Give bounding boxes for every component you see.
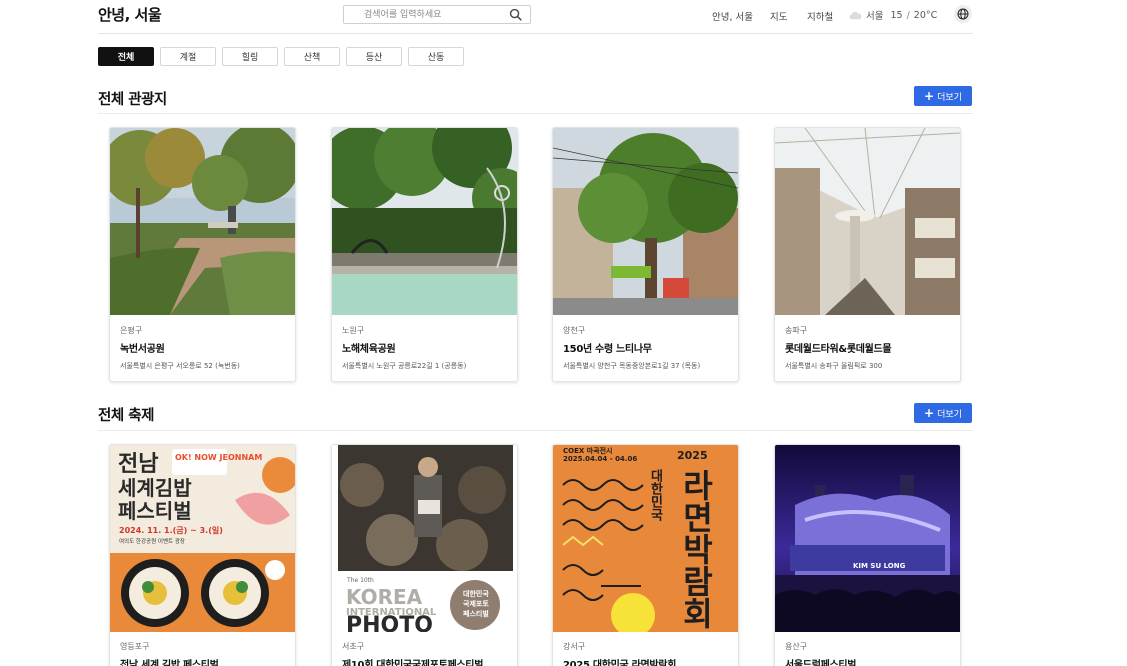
poster-title-line: 세계김밥: [118, 476, 192, 500]
nav-link-subway[interactable]: 지하철: [807, 9, 833, 23]
card-address: 서울특별시 노원구 공릉로22길 1 (공릉동): [342, 362, 467, 370]
card-image: KIM SU LONG: [775, 445, 960, 632]
poster-badge-line: 페스티벌: [463, 609, 489, 618]
card-image: [332, 128, 517, 315]
card-title: 제10회 대한민국국제포토페스티벌: [342, 660, 484, 666]
poster-title-line: KOREA: [346, 585, 423, 609]
card-district: 노원구: [342, 326, 365, 335]
poster-year: 2025: [677, 449, 708, 462]
more-button-label: 더보기: [937, 409, 962, 420]
site-logo[interactable]: 안녕, 서울: [98, 4, 162, 25]
plus-icon: +: [924, 406, 935, 420]
card-title: 150년 수령 느티나무: [563, 344, 652, 355]
globe-icon: [957, 8, 969, 20]
poster-venue: 여의도 한강공원 이벤트 광장: [119, 537, 185, 545]
attraction-card[interactable]: 양천구 150년 수령 느티나무 서울특별시 양천구 목동중앙본로1길 37 (…: [552, 127, 739, 382]
poster-edition: The 10th: [346, 577, 374, 584]
section-title-festivals: 전체 축제: [98, 408, 154, 424]
more-button-festivals[interactable]: + 더보기: [914, 403, 972, 423]
search-icon[interactable]: [509, 8, 522, 21]
card-image: The 10th KOREA INTERNATIONAL PHOTO 대한민국 …: [332, 445, 517, 632]
card-district: 은평구: [120, 326, 143, 335]
more-button-attractions[interactable]: + 더보기: [914, 86, 972, 106]
attraction-card[interactable]: 송파구 롯데월드타워&롯데월드몰 서울특별시 송파구 올림픽로 300: [774, 127, 961, 382]
more-button-label: 더보기: [937, 92, 962, 103]
language-button[interactable]: [954, 5, 972, 23]
poster-brand: OK! NOW JEONNAM: [175, 453, 262, 462]
section-title-attractions: 전체 관광지: [98, 92, 167, 108]
filter-chip-walk[interactable]: 산책: [284, 47, 340, 66]
weather-widget: 서울 15 / 20°C: [849, 8, 937, 22]
card-image: [553, 128, 738, 315]
card-district: 영등포구: [120, 642, 150, 651]
poster-title: 라면박람회: [677, 469, 715, 629]
festival-card[interactable]: 전남 OK! NOW JEONNAM 세계김밥 페스티벌 2024. 11. 1…: [109, 444, 296, 666]
section-divider: [98, 113, 973, 114]
card-district: 용산구: [785, 642, 808, 651]
card-district: 양천구: [563, 326, 586, 335]
poster-badge-line: 대한민국: [463, 589, 489, 598]
nav-link-map[interactable]: 지도: [770, 9, 787, 23]
attraction-card[interactable]: 은평구 녹번서공원 서울특별시 은평구 서오릉로 52 (녹번동): [109, 127, 296, 382]
card-title: 롯데월드타워&롯데월드몰: [785, 344, 892, 355]
category-filter: 전체 계절 힐링 산책 등산 산동: [98, 47, 470, 66]
nav-link-home[interactable]: 안녕, 서울: [712, 9, 753, 23]
weather-temp-high: 20°C: [913, 9, 938, 21]
card-title: 녹번서공원: [120, 344, 165, 355]
card-title: 전남 세계 김밥 페스티벌: [120, 660, 219, 666]
cloud-icon: [849, 11, 862, 19]
poster-dates: 2025.04.04 - 04.06: [563, 455, 637, 463]
filter-chip-all[interactable]: 전체: [98, 47, 154, 66]
poster-date: 2024. 11. 1.(금) ~ 3.(일): [119, 525, 223, 535]
festival-card[interactable]: COEX 마곡전시 2025.04.04 - 04.06 2025 대한민국 라…: [552, 444, 739, 666]
card-address: 서울특별시 은평구 서오릉로 52 (녹번동): [120, 362, 240, 370]
weather-city: 서울: [866, 11, 884, 22]
filter-chip-hiking[interactable]: 등산: [346, 47, 402, 66]
festival-card[interactable]: KIM SU LONG 용산구 서울드럼페스티벌: [774, 444, 961, 666]
poster-title-line: PHOTO: [346, 613, 433, 632]
weather-separator: /: [906, 9, 910, 21]
card-image: [775, 128, 960, 315]
card-image: 전남 OK! NOW JEONNAM 세계김밥 페스티벌 2024. 11. 1…: [110, 445, 295, 632]
poster-title-line: 페스티벌: [118, 499, 192, 523]
plus-icon: +: [924, 89, 935, 103]
filter-chip-sandong[interactable]: 산동: [408, 47, 464, 66]
card-title: 서울드럼페스티벌: [785, 660, 857, 666]
card-address: 서울특별시 양천구 목동중앙본로1길 37 (목동): [563, 362, 701, 370]
poster-title-line: 전남: [118, 452, 158, 477]
card-title: 노해체육공원: [342, 344, 396, 355]
card-image: [110, 128, 295, 315]
poster-venue: COEX 마곡전시: [563, 446, 612, 455]
search-input[interactable]: [344, 6, 504, 23]
card-district: 강서구: [563, 642, 586, 651]
card-address: 서울특별시 송파구 올림픽로 300: [785, 362, 883, 370]
card-district: 서초구: [342, 642, 365, 651]
card-image: COEX 마곡전시 2025.04.04 - 04.06 2025 대한민국 라…: [553, 445, 738, 632]
top-header: 안녕, 서울 안녕, 서울 지도 지하철 서울 15 / 20°C: [98, 0, 973, 34]
filter-chip-season[interactable]: 계절: [160, 47, 216, 66]
poster-stage-text: KIM SU LONG: [853, 562, 906, 570]
search-box: [343, 5, 531, 24]
filter-chip-healing[interactable]: 힐링: [222, 47, 278, 66]
weather-temp-low: 15: [890, 9, 903, 21]
card-district: 송파구: [785, 326, 808, 335]
section-divider: [98, 430, 973, 431]
attraction-card[interactable]: 노원구 노해체육공원 서울특별시 노원구 공릉로22길 1 (공릉동): [331, 127, 518, 382]
poster-badge-line: 국제포토: [463, 599, 489, 608]
poster-vertical: 대한민국: [648, 469, 663, 522]
festival-card[interactable]: The 10th KOREA INTERNATIONAL PHOTO 대한민국 …: [331, 444, 518, 666]
card-title: 2025 대한민국 라면박람회: [563, 660, 677, 666]
